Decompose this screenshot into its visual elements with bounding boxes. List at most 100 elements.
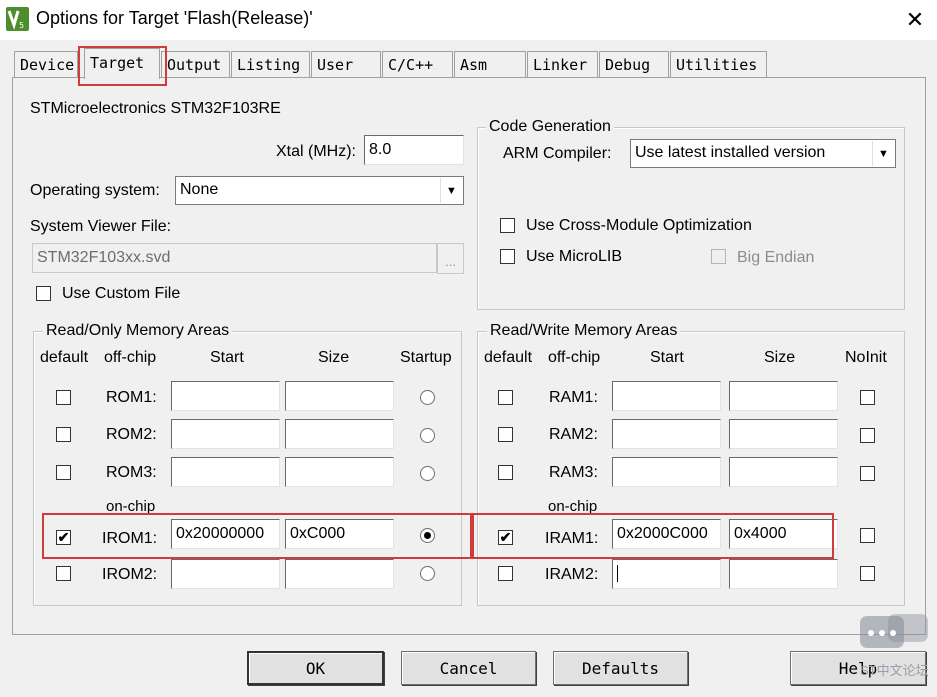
ro-header-start: Start <box>210 349 244 366</box>
cancel-button[interactable]: Cancel <box>401 651 536 685</box>
rw-header-noinit: NoInit <box>845 349 887 366</box>
irom1-default-checkbox[interactable]: ✔ <box>56 530 71 545</box>
svd-input[interactable]: STM32F103xx.svd <box>32 243 437 273</box>
tab-utilities[interactable]: Utilities <box>670 51 767 77</box>
custom-file-checkbox[interactable] <box>36 286 51 301</box>
rw-onchip-label: on-chip <box>548 498 598 515</box>
irom2-startup-radio[interactable] <box>420 566 435 581</box>
ro-onchip-label: on-chip <box>106 498 156 515</box>
tab-asm[interactable]: Asm <box>454 51 526 77</box>
rom1-startup-radio[interactable] <box>420 390 435 405</box>
microlib-label: Use MicroLIB <box>526 248 623 265</box>
tab-device[interactable]: Device <box>14 51 78 77</box>
ram3-label: RAM3: <box>549 464 598 481</box>
rw-header-size: Size <box>764 349 796 366</box>
iram2-size-input[interactable] <box>729 559 838 589</box>
cross-module-checkbox[interactable] <box>500 218 515 233</box>
ram2-start-input[interactable] <box>612 419 721 449</box>
chevron-down-icon: ▼ <box>872 141 894 166</box>
svd-browse-button[interactable]: ... <box>437 243 464 274</box>
ram2-size-input[interactable] <box>729 419 838 449</box>
iram1-size-input[interactable]: 0x4000 <box>729 519 838 549</box>
irom2-start-input[interactable] <box>171 559 280 589</box>
arm-compiler-value: Use latest installed version <box>635 144 826 161</box>
defaults-button[interactable]: Defaults <box>553 651 688 685</box>
rom3-label: ROM3: <box>106 464 157 481</box>
os-select[interactable]: None ▼ <box>175 176 464 205</box>
ram1-label: RAM1: <box>549 389 598 406</box>
irom1-label: IROM1: <box>102 530 158 547</box>
ram3-size-input[interactable] <box>729 457 838 487</box>
rom3-default-checkbox[interactable] <box>56 465 71 480</box>
window-title: Options for Target 'Flash(Release)' <box>36 8 313 28</box>
ok-button[interactable]: OK <box>247 651 384 685</box>
ram3-default-checkbox[interactable] <box>498 465 513 480</box>
arm-compiler-select[interactable]: Use latest installed version ▼ <box>630 139 896 168</box>
iram2-default-checkbox[interactable] <box>498 566 513 581</box>
rom2-default-checkbox[interactable] <box>56 427 71 442</box>
rw-header-default: default <box>484 349 533 366</box>
tab-output[interactable]: Output <box>161 51 230 77</box>
big-endian-checkbox[interactable] <box>711 249 726 264</box>
irom2-label: IROM2: <box>102 566 158 583</box>
irom1-size-input[interactable]: 0xC000 <box>285 519 394 549</box>
ram2-noinit-checkbox[interactable] <box>860 428 875 443</box>
rom3-start-input[interactable] <box>171 457 280 487</box>
irom2-size-input[interactable] <box>285 559 394 589</box>
big-endian-label: Big Endian <box>737 249 815 266</box>
ro-header-offchip: off-chip <box>104 349 157 366</box>
os-label: Operating system: <box>30 182 160 199</box>
ro-header-default: default <box>40 349 89 366</box>
close-button[interactable]: ✕ <box>893 2 937 38</box>
ram1-size-input[interactable] <box>729 381 838 411</box>
readonly-memory-title: Read/Only Memory Areas <box>43 322 233 340</box>
watermark-text: ST中文论坛 <box>860 663 929 678</box>
ram1-default-checkbox[interactable] <box>498 390 513 405</box>
tab-target[interactable]: Target <box>84 48 160 79</box>
iram2-noinit-checkbox[interactable] <box>860 566 875 581</box>
rom2-startup-radio[interactable] <box>420 428 435 443</box>
rom1-label: ROM1: <box>106 389 157 406</box>
tab-debug[interactable]: Debug <box>599 51 669 77</box>
ram1-noinit-checkbox[interactable] <box>860 390 875 405</box>
ro-header-startup: Startup <box>400 349 452 366</box>
rw-header-offchip: off-chip <box>548 349 601 366</box>
rom2-start-input[interactable] <box>171 419 280 449</box>
tab-linker[interactable]: Linker <box>527 51 598 77</box>
app-icon: 5 <box>6 7 29 31</box>
rom1-size-input[interactable] <box>285 381 394 411</box>
ram3-noinit-checkbox[interactable] <box>860 466 875 481</box>
ram2-label: RAM2: <box>549 426 598 443</box>
tab-user[interactable]: User <box>311 51 381 77</box>
ram1-start-input[interactable] <box>612 381 721 411</box>
os-value: None <box>180 181 219 198</box>
code-generation-title: Code Generation <box>486 118 614 136</box>
iram1-noinit-checkbox[interactable] <box>860 528 875 543</box>
rom1-default-checkbox[interactable] <box>56 390 71 405</box>
readwrite-memory-title: Read/Write Memory Areas <box>487 322 681 340</box>
iram2-start-input[interactable] <box>612 559 721 589</box>
rom1-start-input[interactable] <box>171 381 280 411</box>
svg-text:5: 5 <box>19 21 24 30</box>
tab-listing[interactable]: Listing <box>231 51 310 77</box>
forum-watermark-logo: ST中文论坛 <box>858 614 929 678</box>
rom3-size-input[interactable] <box>285 457 394 487</box>
iram1-start-input[interactable]: 0x2000C000 <box>612 519 721 549</box>
tab-cpp[interactable]: C/C++ <box>382 51 453 77</box>
rom2-size-input[interactable] <box>285 419 394 449</box>
ram3-start-input[interactable] <box>612 457 721 487</box>
cross-module-label: Use Cross-Module Optimization <box>526 217 752 234</box>
rw-header-start: Start <box>650 349 684 366</box>
xtal-input[interactable]: 8.0 <box>364 135 464 165</box>
close-icon: ✕ <box>905 7 925 32</box>
rom3-startup-radio[interactable] <box>420 466 435 481</box>
ram2-default-checkbox[interactable] <box>498 427 513 442</box>
irom1-start-input[interactable]: 0x20000000 <box>171 519 280 549</box>
iram1-default-checkbox[interactable]: ✔ <box>498 530 513 545</box>
device-name: STMicroelectronics STM32F103RE <box>30 100 281 117</box>
svd-label: System Viewer File: <box>30 218 172 235</box>
microlib-checkbox[interactable] <box>500 249 515 264</box>
irom2-default-checkbox[interactable] <box>56 566 71 581</box>
irom1-startup-radio[interactable] <box>420 528 435 543</box>
rom2-label: ROM2: <box>106 426 157 443</box>
